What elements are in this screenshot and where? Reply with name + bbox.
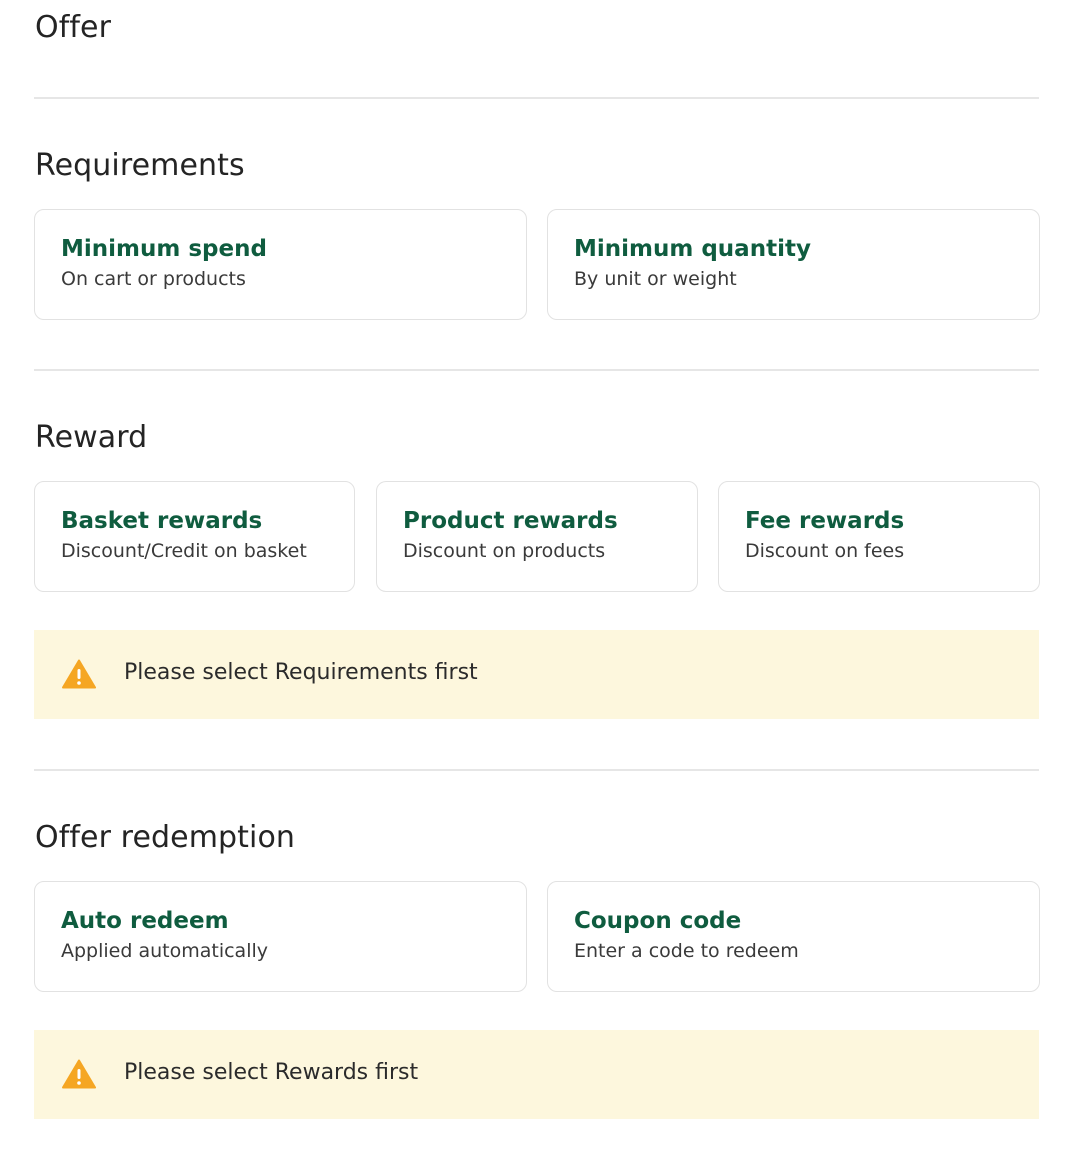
redemption-card-auto-redeem[interactable]: Auto redeem Applied automatically bbox=[34, 881, 527, 992]
section-divider bbox=[34, 369, 1039, 371]
card-title: Coupon code bbox=[574, 908, 742, 934]
requirements-warning-alert: Please select Requirements first bbox=[34, 630, 1039, 719]
section-divider bbox=[34, 97, 1039, 99]
alert-message: Please select Requirements first bbox=[124, 660, 478, 685]
card-subtitle: Applied automatically bbox=[61, 940, 268, 962]
rewards-warning-alert: Please select Rewards first bbox=[34, 1030, 1039, 1119]
warning-icon bbox=[62, 1059, 96, 1089]
card-title: Minimum quantity bbox=[574, 236, 811, 262]
card-title: Auto redeem bbox=[61, 908, 229, 934]
warning-icon bbox=[62, 659, 96, 689]
card-subtitle: By unit or weight bbox=[574, 268, 737, 290]
requirement-card-minimum-quantity[interactable]: Minimum quantity By unit or weight bbox=[547, 209, 1040, 320]
card-subtitle: Discount on fees bbox=[745, 540, 905, 562]
card-title: Basket rewards bbox=[61, 508, 263, 534]
section-divider bbox=[34, 769, 1039, 771]
reward-card-fee[interactable]: Fee rewards Discount on fees bbox=[718, 481, 1040, 592]
reward-card-basket[interactable]: Basket rewards Discount/Credit on basket bbox=[34, 481, 355, 592]
card-title: Product rewards bbox=[403, 508, 618, 534]
redemption-card-coupon-code[interactable]: Coupon code Enter a code to redeem bbox=[547, 881, 1040, 992]
card-subtitle: Enter a code to redeem bbox=[574, 940, 799, 962]
card-subtitle: On cart or products bbox=[61, 268, 246, 290]
card-subtitle: Discount on products bbox=[403, 540, 606, 562]
card-title: Fee rewards bbox=[745, 508, 905, 534]
requirement-card-minimum-spend[interactable]: Minimum spend On cart or products bbox=[34, 209, 527, 320]
card-subtitle: Discount/Credit on basket bbox=[61, 540, 307, 562]
requirements-section-title: Requirements bbox=[35, 148, 245, 183]
reward-section-title: Reward bbox=[35, 420, 148, 455]
reward-card-product[interactable]: Product rewards Discount on products bbox=[376, 481, 698, 592]
alert-message: Please select Rewards first bbox=[124, 1060, 419, 1085]
offer-section-title: Offer bbox=[35, 10, 112, 45]
card-title: Minimum spend bbox=[61, 236, 267, 262]
redemption-section-title: Offer redemption bbox=[35, 820, 296, 855]
